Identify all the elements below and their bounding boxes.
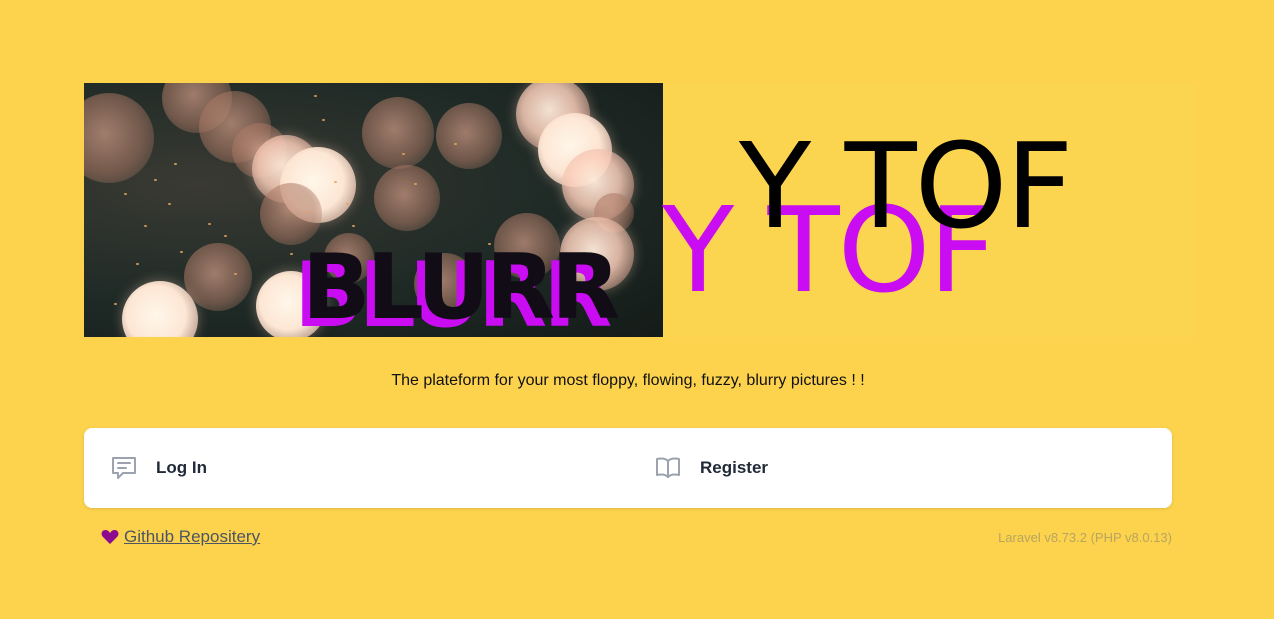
github-repository-link[interactable]: Github Repositery	[124, 527, 260, 547]
footer-github: Github Repositery	[101, 527, 260, 547]
tagline: The plateform for your most floppy, flow…	[391, 372, 865, 389]
register-label: Register	[700, 458, 769, 477]
chat-bubble-icon	[110, 454, 138, 482]
welcome-page: BLURR BLURR Y TOF Y TOF The plateform fo…	[0, 0, 1274, 619]
hero-word-ytof: Y TOF	[739, 117, 1073, 255]
auth-links-card: Log In Register	[84, 428, 1172, 508]
version-info: Laravel v8.73.2 (PHP v8.0.13)	[998, 530, 1172, 545]
heart-icon	[101, 529, 119, 545]
login-link[interactable]: Log In	[110, 428, 207, 508]
book-open-icon	[654, 454, 682, 482]
register-link[interactable]: Register	[654, 428, 768, 508]
login-label: Log In	[156, 458, 207, 477]
hero-banner: BLURR BLURR Y TOF Y TOF	[84, 83, 1194, 337]
hero-word-blurr: BLURR	[302, 235, 620, 337]
